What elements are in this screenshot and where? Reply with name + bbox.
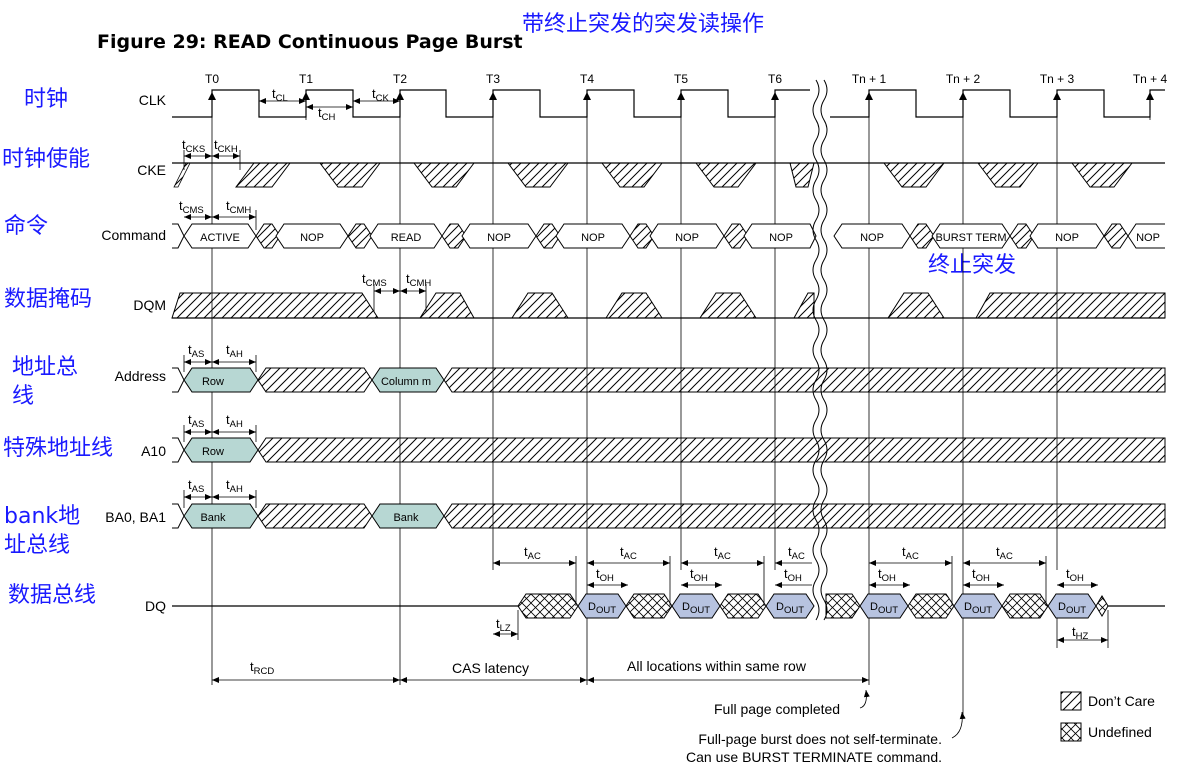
command-label: NOP xyxy=(1136,232,1160,244)
annotation-address-1: 地址总 xyxy=(12,355,78,380)
t-ac-label: tAC xyxy=(620,544,637,562)
t-oh-label: tOH xyxy=(878,566,896,584)
signal-a10: A10 xyxy=(141,443,166,459)
all-locations-label: All locations within same row xyxy=(627,658,807,674)
command-label: NOP xyxy=(487,232,511,244)
t-ac-label: tAC xyxy=(788,544,805,562)
t-oh-label: tOH xyxy=(596,566,614,584)
dqm-waveform xyxy=(171,292,1166,319)
timing-diagram: Figure 29: READ Continuous Page Burst 带终… xyxy=(2,12,1168,765)
time-label: T3 xyxy=(486,72,500,86)
time-labels: T0 T1 T2 T3 T4 T5 T6 Tn + 1 Tn + 2 Tn + … xyxy=(205,72,1168,86)
address-bus xyxy=(172,367,1166,393)
signal-address: Address xyxy=(115,368,166,384)
time-label: Tn + 4 xyxy=(1133,72,1168,86)
full-page-completed-note: Full page completed xyxy=(714,701,840,717)
command-label: ACTIVE xyxy=(200,232,240,244)
t-as-label: tAS xyxy=(188,412,204,430)
signal-ba: BA0, BA1 xyxy=(105,509,166,525)
t-ah-label: tAH xyxy=(226,412,243,430)
dont-care-swatch xyxy=(1060,691,1082,711)
legend-undefined: Undefined xyxy=(1088,724,1152,740)
time-label: T1 xyxy=(299,72,313,86)
command-label: NOP xyxy=(675,232,699,244)
t-ac-label: tAC xyxy=(714,544,731,562)
a10-bus xyxy=(172,437,1166,463)
signal-command: Command xyxy=(101,227,166,243)
t-ac-label: tAC xyxy=(902,544,919,562)
t-as-label: tAS xyxy=(188,477,204,495)
t-oh-label: tOH xyxy=(784,566,802,584)
address-column-value: Column m xyxy=(381,376,431,388)
annotation-command: 命令 xyxy=(4,214,48,239)
time-label: T6 xyxy=(768,72,782,86)
timing-arrows xyxy=(183,98,1109,739)
annotation-ba-2: 址总线 xyxy=(4,533,70,558)
legend: Don’t Care Undefined xyxy=(1060,691,1155,742)
signal-dq: DQ xyxy=(145,598,166,614)
time-label: Tn + 1 xyxy=(852,72,887,86)
dq-bus xyxy=(172,593,1165,619)
t-ah-label: tAH xyxy=(226,342,243,360)
figure-title: Figure 29: READ Continuous Page Burst xyxy=(97,31,523,53)
signal-dqm: DQM xyxy=(133,297,166,313)
t-cmh-dqm-label: tCMH xyxy=(406,271,431,289)
t-ckh-label: tCKH xyxy=(214,137,238,155)
t-rcd-label: tRCD xyxy=(250,659,274,677)
command-label: NOP xyxy=(300,232,324,244)
cas-latency-label: CAS latency xyxy=(452,660,529,676)
annotation-burst-term: 终止突发 xyxy=(928,253,1016,278)
address-row-value: Row xyxy=(202,376,224,388)
t-ch-label: tCH xyxy=(318,105,335,123)
time-label: Tn + 3 xyxy=(1040,72,1075,86)
self-terminate-note-1: Full-page burst does not self-terminate. xyxy=(698,731,942,747)
t-ac-label: tAC xyxy=(996,544,1013,562)
self-terminate-note-2: Can use BURST TERMINATE command. xyxy=(686,749,942,765)
bank-bus xyxy=(172,503,1166,529)
t-cmh-label: tCMH xyxy=(226,198,251,216)
t-oh-label: tOH xyxy=(690,566,708,584)
signal-cke: CKE xyxy=(137,162,166,178)
a10-value: Row xyxy=(202,446,224,458)
annotation-a10: 特殊地址线 xyxy=(3,436,113,461)
cke-waveform xyxy=(172,162,1165,188)
command-label: NOP xyxy=(860,232,884,244)
command-label: NOP xyxy=(1055,232,1079,244)
t-cks-label: tCKS xyxy=(182,137,205,155)
command-label: NOP xyxy=(581,232,605,244)
t-ac-label: tAC xyxy=(524,544,541,562)
clk-edge-arrows xyxy=(208,92,1154,100)
annotation-cke: 时钟使能 xyxy=(2,147,90,172)
command-label: NOP xyxy=(769,232,793,244)
time-label: Tn + 2 xyxy=(946,72,981,86)
time-label: T5 xyxy=(674,72,688,86)
annotation-ba-1: bank地 xyxy=(4,504,80,529)
command-label: READ xyxy=(391,232,422,244)
t-oh-label: tOH xyxy=(1066,566,1084,584)
annotation-clk: 时钟 xyxy=(24,87,68,112)
bank-value-2: Bank xyxy=(393,512,419,524)
time-label: T0 xyxy=(205,72,219,86)
t-hz-label: tHZ xyxy=(1072,624,1088,642)
t-cms-dqm-label: tCMS xyxy=(362,271,387,289)
annotation-dqm: 数据掩码 xyxy=(4,287,92,312)
t-cms-label: tCMS xyxy=(179,198,204,216)
t-as-label: tAS xyxy=(188,342,204,360)
t-ah-label: tAH xyxy=(226,477,243,495)
bank-value: Bank xyxy=(200,512,226,524)
annotation-dq: 数据总线 xyxy=(8,583,96,608)
time-break-marks xyxy=(812,79,828,621)
t-oh-label: tOH xyxy=(972,566,990,584)
legend-dont-care: Don’t Care xyxy=(1088,693,1155,709)
annotation-address-2: 线 xyxy=(12,384,34,409)
undefined-swatch xyxy=(1060,722,1082,742)
signal-clk: CLK xyxy=(139,92,167,108)
time-label: T2 xyxy=(393,72,407,86)
command-label: BURST TERM xyxy=(935,232,1006,244)
t-lz-label: tLZ xyxy=(496,616,511,634)
time-label: T4 xyxy=(580,72,594,86)
title-annotation: 带终止突发的突发读操作 xyxy=(522,12,764,37)
